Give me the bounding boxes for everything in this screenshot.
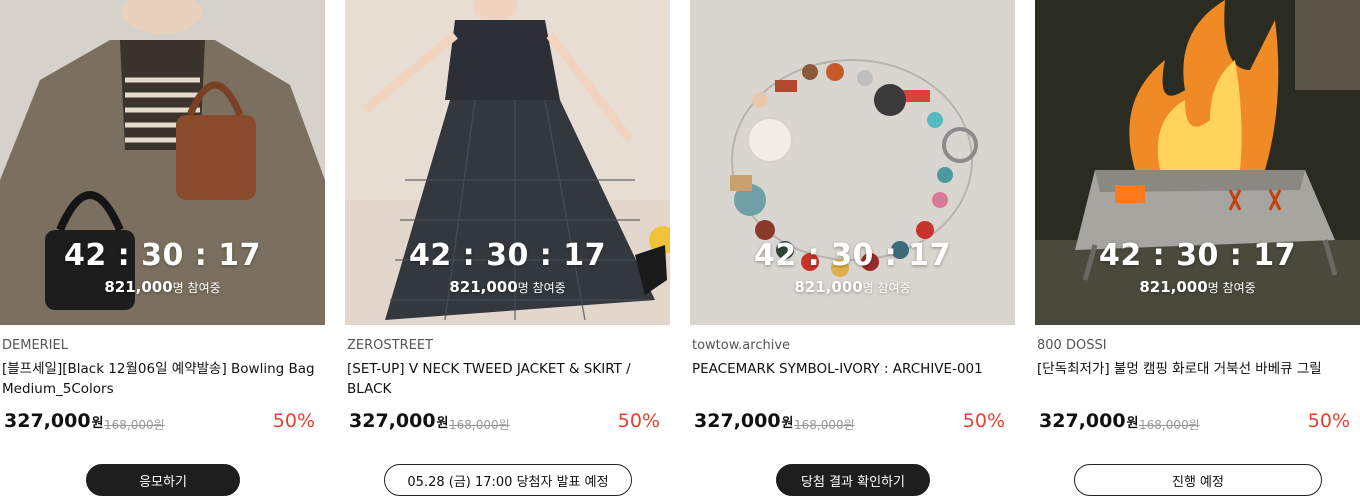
product-card[interactable]: 42 : 30 : 17 821,000명 참여중 ZEROSTREET [SE…: [345, 0, 670, 497]
original-price: 168,000원: [1139, 418, 1200, 432]
enter-draw-button[interactable]: 응모하기: [86, 464, 240, 496]
sale-price-value: 327,000: [694, 410, 781, 432]
product-title[interactable]: [SET-UP] V NECK TWEED JACKET & SKIRT / B…: [347, 359, 665, 399]
product-title[interactable]: [블프세일][Black 12월06일 예약발송] Bowling Bag Me…: [2, 359, 320, 399]
original-price: 168,000원: [794, 418, 855, 432]
brand-name[interactable]: towtow.archive: [692, 338, 790, 353]
product-title[interactable]: PEACEMARK SYMBOL-IVORY : ARCHIVE-001: [692, 359, 1010, 379]
participant-count: 821,000명 참여중: [345, 278, 670, 296]
price-unit: 원: [91, 416, 104, 431]
price-unit: 원: [1126, 416, 1139, 431]
product-grid: 42 : 30 : 17 821,000명 참여중 DEMERIEL [블프세일…: [0, 0, 1360, 497]
countdown-timer: 42 : 30 : 17: [1098, 238, 1296, 273]
participant-number: 821,000: [449, 278, 518, 296]
price-unit: 원: [436, 416, 449, 431]
original-price: 168,000원: [449, 418, 510, 432]
woman-with-bags-image: [0, 0, 325, 325]
discount-rate: 50%: [962, 410, 1005, 432]
discount-rate: 50%: [1307, 410, 1350, 432]
participant-count: 821,000명 참여중: [0, 278, 325, 296]
countdown-timer: 42 : 30 : 17: [408, 238, 606, 273]
product-image[interactable]: 42 : 30 : 17 821,000명 참여중: [345, 0, 670, 325]
upcoming-button[interactable]: 진행 예정: [1074, 464, 1322, 496]
original-price: 168,000원: [104, 418, 165, 432]
discount-rate: 50%: [272, 410, 315, 432]
price-row: 327,000원 168,000원 50%: [4, 410, 315, 436]
participant-number: 821,000: [1139, 278, 1208, 296]
winner-announcement-button[interactable]: 05.28 (금) 17:00 당첨자 발표 예정: [384, 464, 632, 496]
participant-suffix: 명 참여중: [862, 281, 911, 295]
brand-name[interactable]: ZEROSTREET: [347, 338, 433, 353]
sale-price-value: 327,000: [1039, 410, 1126, 432]
sale-price-value: 327,000: [349, 410, 436, 432]
participant-suffix: 명 참여중: [1207, 281, 1256, 295]
brand-name[interactable]: DEMERIEL: [2, 338, 68, 353]
price-row: 327,000원 168,000원 50%: [694, 410, 1005, 436]
price-row: 327,000원 168,000원 50%: [1039, 410, 1350, 436]
participant-suffix: 명 참여중: [517, 281, 566, 295]
participant-number: 821,000: [794, 278, 863, 296]
sale-price: 327,000원: [694, 410, 794, 432]
participant-number: 821,000: [104, 278, 173, 296]
sale-price: 327,000원: [4, 410, 104, 432]
product-image[interactable]: 42 : 30 : 17 821,000명 참여중: [690, 0, 1015, 325]
sale-price: 327,000원: [1039, 410, 1139, 432]
check-result-button[interactable]: 당첨 결과 확인하기: [776, 464, 930, 496]
sale-price-value: 327,000: [4, 410, 91, 432]
tweed-set-model-image: [345, 0, 670, 325]
product-card[interactable]: 42 : 30 : 17 821,000명 참여중 towtow.archive…: [690, 0, 1015, 497]
participant-count: 821,000명 참여중: [690, 278, 1015, 296]
product-image[interactable]: 42 : 30 : 17 821,000명 참여중: [0, 0, 325, 325]
discount-rate: 50%: [617, 410, 660, 432]
product-title[interactable]: [단독최저가] 불멍 캠핑 화로대 거북선 바베큐 그릴: [1037, 359, 1355, 379]
product-card[interactable]: 42 : 30 : 17 821,000명 참여중 DEMERIEL [블프세일…: [0, 0, 325, 497]
participant-suffix: 명 참여중: [172, 281, 221, 295]
price-row: 327,000원 168,000원 50%: [349, 410, 660, 436]
price-unit: 원: [781, 416, 794, 431]
countdown-timer: 42 : 30 : 17: [63, 238, 261, 273]
sale-price: 327,000원: [349, 410, 449, 432]
countdown-timer: 42 : 30 : 17: [753, 238, 951, 273]
product-card[interactable]: 42 : 30 : 17 821,000명 참여중 800 DOSSI [단독최…: [1035, 0, 1360, 497]
participant-count: 821,000명 참여중: [1035, 278, 1360, 296]
product-image[interactable]: 42 : 30 : 17 821,000명 참여중: [1035, 0, 1360, 325]
beaded-bracelet-image: [690, 0, 1015, 325]
brand-name[interactable]: 800 DOSSI: [1037, 338, 1107, 353]
camping-fire-grill-image: [1035, 0, 1360, 325]
